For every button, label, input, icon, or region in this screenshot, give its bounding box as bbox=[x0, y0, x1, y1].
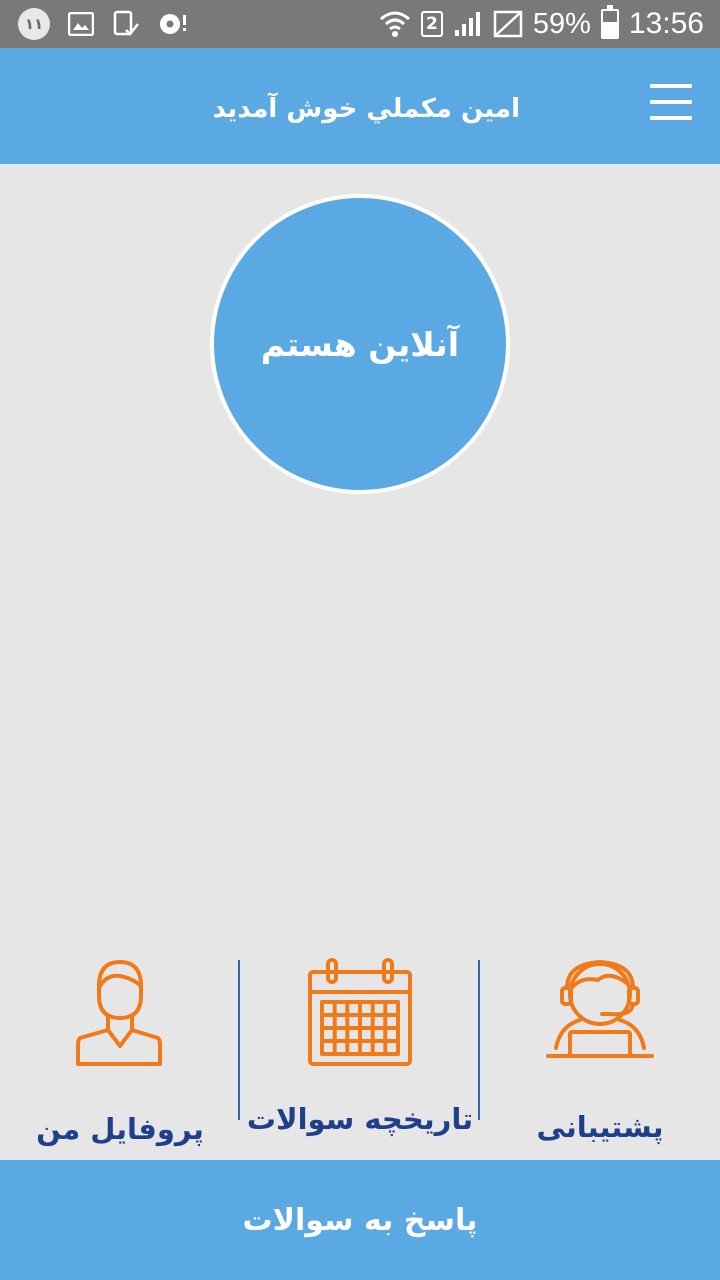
feature-support[interactable]: پشتیبانی bbox=[480, 950, 720, 1160]
answer-questions-label: پاسخ به سوالات bbox=[242, 1202, 478, 1238]
status-bar: ۱۱ 2 59% 13:56 bbox=[0, 0, 720, 48]
disc-icon bbox=[158, 11, 188, 37]
user-profile-icon bbox=[60, 954, 180, 1074]
sim-slot-icon: 2 bbox=[420, 11, 443, 37]
notification-count-icon: ۱۱ bbox=[18, 8, 50, 40]
no-signal-icon bbox=[493, 10, 523, 38]
feature-question-history-label: تاریخچه سوالات bbox=[246, 1102, 474, 1136]
app-bar: امين مكملي خوش آمدید bbox=[0, 48, 720, 164]
wifi-icon bbox=[379, 9, 411, 39]
feature-my-profile-label: پروفایل من bbox=[36, 1112, 204, 1146]
status-bar-right-icons: 2 59% 13:56 bbox=[379, 0, 704, 48]
feature-support-label: پشتیبانی bbox=[536, 1110, 664, 1144]
status-bar-left-icons: ۱۱ bbox=[18, 8, 188, 40]
feature-question-history[interactable]: تاریخچه سوالات bbox=[240, 950, 480, 1160]
online-status-button[interactable]: آنلاین هستم bbox=[210, 194, 510, 494]
welcome-title: امين مكملي خوش آمدید bbox=[212, 94, 520, 124]
feature-my-profile[interactable]: پروفایل من bbox=[0, 950, 240, 1160]
online-status-label: آنلاین هستم bbox=[260, 324, 460, 364]
tablet-check-icon bbox=[112, 10, 140, 38]
signal-icon bbox=[453, 10, 483, 38]
battery-percent: 59% bbox=[532, 7, 591, 40]
support-agent-icon bbox=[540, 954, 660, 1074]
battery-icon bbox=[600, 5, 619, 39]
image-icon bbox=[68, 12, 94, 36]
answer-questions-button[interactable]: پاسخ به سوالات bbox=[0, 1160, 720, 1280]
clock: 13:56 bbox=[628, 7, 704, 40]
hamburger-menu-icon[interactable] bbox=[648, 82, 694, 122]
calendar-icon bbox=[300, 954, 420, 1074]
